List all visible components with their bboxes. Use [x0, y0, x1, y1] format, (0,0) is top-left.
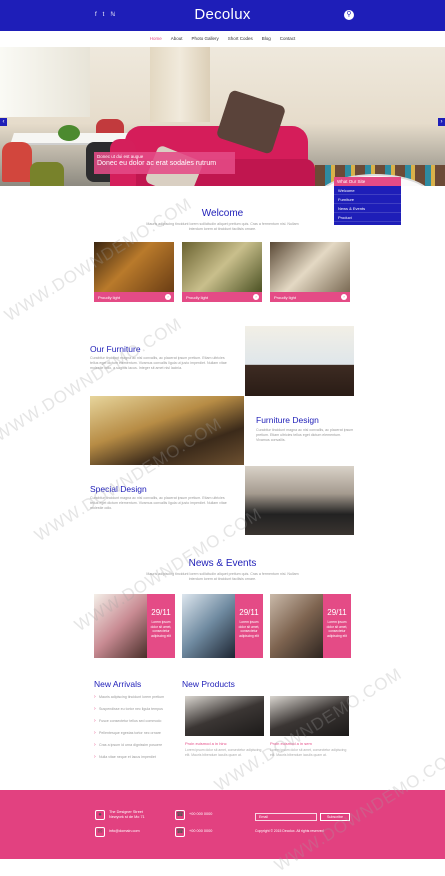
- welcome-card-label: Proudly light: [98, 295, 121, 300]
- main-nav: Home About Photo Gallery Short Codes Blo…: [0, 31, 445, 49]
- living-room-image: [245, 466, 354, 535]
- hero-caption-title: Donec eu dolor ac erat sodales rutrum: [97, 160, 217, 167]
- top-header-bar: f t ℕ Decolux ⚲: [0, 0, 445, 31]
- list-item[interactable]: Mauris adipiscing tincidunt lorem pretiu…: [94, 694, 164, 707]
- news-image: [94, 594, 147, 658]
- welcome-desc: Mauris adipiscing tincidunt lorem sollic…: [146, 222, 299, 231]
- new-products-title: New Products: [182, 679, 235, 689]
- nav-short-codes[interactable]: Short Codes: [228, 36, 253, 47]
- news-item[interactable]: 29/11 Lorem ipsum dolor sit amet, consec…: [147, 594, 175, 658]
- product-image: [270, 696, 349, 736]
- welcome-card-label: Proudly light: [186, 295, 209, 300]
- footer-address: The Designer Street Newyork st de Mo 71: [109, 810, 145, 819]
- our-furniture-text: Curabitur tincidunt magna ac nisl conval…: [90, 356, 227, 370]
- list-item[interactable]: Cras a ipsum id urna dignissim posuere: [94, 742, 164, 755]
- dropdown-item-product[interactable]: Product: [334, 213, 401, 222]
- footer: [0, 790, 445, 859]
- mail-icon: ✉: [95, 827, 105, 837]
- footer-copyright: Copyright © 2015 Decolux. All rights res…: [255, 829, 324, 833]
- news-text: Lorem ipsum dolor sit amet, consectetur …: [150, 620, 172, 638]
- furniture-design-text: Curabitur tincidunt magna ac nisl conval…: [256, 428, 354, 442]
- hero-window: [0, 47, 90, 117]
- location-icon: ●: [95, 810, 105, 820]
- dropdown-item-welcome[interactable]: Welcome: [334, 186, 401, 195]
- hero-curtain: [150, 47, 210, 122]
- furniture-design-title: Furniture Design: [256, 415, 319, 425]
- product-link[interactable]: Proin euismod a in hinc: [185, 741, 227, 746]
- nav-blog[interactable]: Blog: [262, 36, 271, 47]
- footer-phone: +00 000 0000: [189, 812, 213, 816]
- dropdown-title[interactable]: What Our Site: [334, 177, 401, 186]
- news-text: Lorem ipsum dolor sit amet, consectetur …: [238, 620, 260, 638]
- subscribe-button[interactable]: Subscribe: [320, 813, 350, 821]
- our-furniture-title: Our Furniture: [90, 344, 141, 354]
- footer-phone-2: +00 000 0000: [189, 829, 213, 833]
- welcome-card-label: Proudly light: [274, 295, 297, 300]
- news-date: 29/11: [239, 608, 259, 617]
- hero-chair: [30, 162, 64, 186]
- dropdown-item-furniture[interactable]: Furniture: [334, 195, 401, 204]
- product-link[interactable]: Proin euismod a in sem: [270, 741, 312, 746]
- list-item[interactable]: Pellentesque egestas tortor nec ornare: [94, 730, 164, 743]
- product-desc: Lorem ipsum dolor sit amet, consectetur …: [270, 748, 347, 757]
- billiard-room-image: [90, 396, 244, 465]
- news-image: [182, 594, 235, 658]
- news-date: 29/11: [327, 608, 347, 617]
- slider-prev-arrow-icon[interactable]: ‹: [0, 118, 7, 126]
- welcome-card-bar[interactable]: Proudly light ›: [94, 292, 174, 302]
- welcome-card-image: [94, 242, 174, 292]
- news-item[interactable]: 29/11 Lorem ipsum dolor sit amet, consec…: [235, 594, 263, 658]
- fax-icon: ☎: [175, 827, 185, 837]
- arrow-right-icon[interactable]: ›: [165, 294, 171, 300]
- welcome-card-bar[interactable]: Proudly light ›: [182, 292, 262, 302]
- slider-next-arrow-icon[interactable]: ›: [438, 118, 445, 126]
- hero-chair: [2, 142, 32, 182]
- nav-home[interactable]: Home: [149, 36, 162, 49]
- news-item[interactable]: 29/11 Lorem ipsum dolor sit amet, consec…: [323, 594, 351, 658]
- news-desc: Mauris adipiscing tincidunt lorem sollic…: [146, 572, 299, 581]
- new-arrivals-title: New Arrivals: [94, 679, 142, 689]
- product-desc: Lorem ipsum dolor sit amet, consectetur …: [185, 748, 262, 757]
- footer-email[interactable]: info@domain.com: [109, 829, 140, 834]
- product-image: [185, 696, 264, 736]
- list-item[interactable]: Suspendisse eu tortor nec ligula tempus: [94, 706, 164, 719]
- welcome-card-bar[interactable]: Proudly light ›: [270, 292, 350, 302]
- arrow-right-icon[interactable]: ›: [341, 294, 347, 300]
- search-icon[interactable]: ⚲: [344, 10, 354, 20]
- phone-icon: ☎: [175, 810, 185, 820]
- nav-about[interactable]: About: [171, 36, 183, 47]
- nav-photo-gallery[interactable]: Photo Gallery: [191, 36, 218, 47]
- news-title: News & Events: [188, 558, 257, 569]
- hero-caption-small: Donec ut dui est augue: [97, 154, 144, 159]
- welcome-card-image: [270, 242, 350, 292]
- list-item[interactable]: Nulla vitae neque et lacus imperdiet: [94, 754, 164, 767]
- list-item[interactable]: Fusce consectetur tellus sed commodo: [94, 718, 164, 731]
- site-logo[interactable]: Decolux: [0, 6, 445, 23]
- news-image: [270, 594, 323, 658]
- dining-room-image: [245, 326, 354, 396]
- site-dropdown-menu: What Our Site Welcome Furniture News & E…: [334, 177, 401, 225]
- new-arrivals-list: Mauris adipiscing tincidunt lorem pretiu…: [94, 694, 164, 767]
- newsletter-email-input[interactable]: Email: [255, 813, 317, 821]
- news-date: 29/11: [151, 608, 171, 617]
- special-design-text: Curabitur tincidunt magna ac nisl conval…: [90, 496, 227, 510]
- arrow-right-icon[interactable]: ›: [253, 294, 259, 300]
- hero-plant: [58, 125, 80, 141]
- news-text: Lorem ipsum dolor sit amet, consectetur …: [326, 620, 348, 638]
- welcome-card-image: [182, 242, 262, 292]
- hero-caption: Donec ut dui est augue Donec eu dolor ac…: [94, 152, 235, 174]
- nav-contact[interactable]: Contact: [280, 36, 296, 47]
- special-design-title: Special Design: [90, 484, 147, 494]
- dropdown-item-news[interactable]: News & Events: [334, 204, 401, 213]
